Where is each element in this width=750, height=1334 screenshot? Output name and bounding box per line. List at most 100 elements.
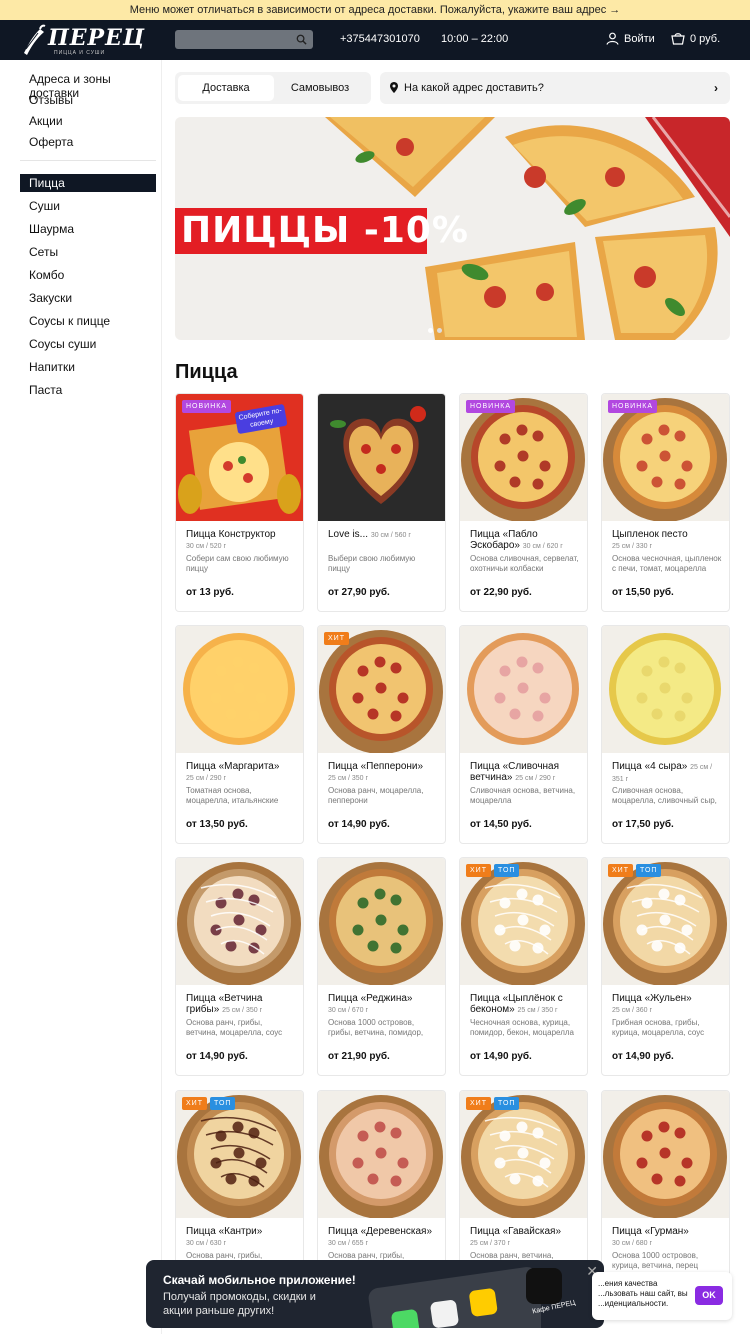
category-sushi-sauces[interactable]: Соусы суши (29, 337, 96, 351)
delivery-notice-bar[interactable]: Меню может отличаться в зависимости от а… (0, 0, 750, 20)
product-name[interactable]: Пицца «4 сыра» 25 см / 351 г (612, 761, 722, 785)
app-icon (526, 1268, 562, 1304)
sidebar-link-promotions[interactable]: Акции (29, 114, 63, 128)
product-size: 25 см / 290 г (186, 775, 227, 782)
cart-button[interactable]: 0 руб. (671, 32, 720, 45)
product-size: 30 см / 680 г (612, 1240, 653, 1247)
product-card[interactable]: Пицца «Ветчина грибы» 25 см / 350 г Основ… (175, 857, 304, 1076)
search-input[interactable] (175, 30, 313, 49)
product-image[interactable] (318, 1091, 445, 1218)
product-name[interactable]: Пицца «Маргарита» 25 см / 290 г (186, 761, 296, 784)
product-name[interactable]: Пицца «Жульен» 25 см / 360 г (612, 993, 722, 1016)
phone-link[interactable]: +375447301070 (340, 33, 420, 45)
product-card[interactable]: ХИТ Пицца «Пепперони» 25 см / 350 г Основа… (317, 625, 446, 844)
product-card[interactable]: Пицца «Реджина» 30 см / 670 г Основа 1000… (317, 857, 446, 1076)
badge-top: ТОП (209, 1097, 236, 1110)
product-card[interactable]: Пицца «4 сыра» 25 см / 351 г Сливочная ос… (601, 625, 730, 844)
product-name[interactable]: Пицца «Цыплёнок с беконом» 25 см / 350 г (470, 993, 580, 1016)
product-price: от 14,90 руб. (328, 819, 390, 830)
product-size: 30 см / 560 г (370, 532, 411, 539)
badge-new: НОВИНКА (466, 400, 516, 413)
product-name[interactable]: Цыпленок песто 25 см / 330 г (612, 529, 722, 552)
product-image[interactable] (318, 858, 445, 985)
category-combo[interactable]: Комбо (29, 268, 64, 282)
banner-text: ПИЦЦЫ -10% (181, 210, 469, 251)
tab-pickup[interactable]: Самовывоз (272, 75, 368, 101)
badge-top: ТОП (493, 864, 520, 877)
product-card[interactable]: Соберите по-своему НОВИНКА Пицца Конструкт… (175, 393, 304, 612)
basket-icon (671, 33, 685, 45)
cookie-banner: ...ения качества ...льзовать наш сайт, в… (592, 1272, 732, 1320)
product-badges: ХИТ (324, 632, 349, 645)
badge-top: ТОП (493, 1097, 520, 1110)
product-name[interactable]: Love is... 30 см / 560 г (328, 529, 438, 541)
product-name[interactable]: Пицца «Ветчина грибы» 25 см / 350 г (186, 993, 296, 1016)
product-image[interactable] (176, 626, 303, 753)
product-size: 25 см / 350 г (222, 1007, 263, 1014)
product-image[interactable] (318, 626, 445, 753)
product-image[interactable] (318, 394, 445, 521)
login-button[interactable]: Войти (606, 32, 655, 45)
product-image[interactable] (602, 1091, 729, 1218)
category-sets[interactable]: Сеты (29, 245, 58, 259)
product-image[interactable] (602, 626, 729, 753)
product-image[interactable] (602, 858, 729, 985)
sidebar-link-reviews[interactable]: Отзывы (29, 93, 73, 107)
product-card[interactable]: ХИТ ТОП Пицца «Жульен» 25 см / 360 г Грибна… (601, 857, 730, 1076)
product-size: 25 см / 370 г (470, 1240, 511, 1247)
product-image[interactable] (176, 1091, 303, 1218)
product-name[interactable]: Пицца «Пепперони» 25 см / 350 г (328, 761, 438, 784)
product-image[interactable] (460, 394, 587, 521)
category-sushi[interactable]: Суши (29, 199, 60, 213)
product-name[interactable]: Пицца «Пабло Эскобаро» 30 см / 620 г (470, 529, 580, 552)
product-description: Сливочная основа, ветчина, моцарелла (470, 786, 576, 805)
product-image[interactable] (460, 1091, 587, 1218)
product-card[interactable]: Пицца «Маргарита» 25 см / 290 г Томатная … (175, 625, 304, 844)
address-selector[interactable]: На какой адрес доставить? › (380, 72, 730, 104)
product-card[interactable]: Love is... 30 см / 560 г Выбери свою люби… (317, 393, 446, 612)
sidebar-link-offer[interactable]: Оферта (29, 135, 73, 149)
search-icon[interactable] (296, 34, 307, 45)
product-price: от 13 руб. (186, 587, 234, 598)
category-shawarma[interactable]: Шаурма (29, 222, 74, 236)
product-price: от 17,50 руб. (612, 819, 674, 830)
product-card[interactable]: НОВИНКА Пицца «Пабло Эскобаро» 30 см / 62… (459, 393, 588, 612)
category-pizza-sauces[interactable]: Соусы к пицце (29, 314, 110, 328)
product-name[interactable]: Пицца «Реджина» 30 см / 670 г (328, 993, 438, 1016)
product-card[interactable]: Пицца «Сливочная ветчина» 25 см / 290 г С… (459, 625, 588, 844)
product-description: Основа ранч, грибы, ветчина, моцарелла, … (186, 1018, 283, 1037)
product-name[interactable]: Пицца «Деревенская» 30 см / 655 г (328, 1226, 438, 1249)
carousel-dot[interactable] (437, 328, 442, 333)
category-pizza[interactable]: Пицца (29, 176, 65, 190)
cookie-ok-button[interactable]: OK (695, 1286, 723, 1305)
category-snacks[interactable]: Закуски (29, 291, 72, 305)
badge-new: НОВИНКА (182, 400, 232, 413)
product-name[interactable]: Пицца «Гурман» 30 см / 680 г (612, 1226, 722, 1249)
product-image[interactable] (176, 858, 303, 985)
carousel-dots[interactable] (428, 328, 442, 333)
product-name[interactable]: Пицца «Гавайская» 25 см / 370 г (470, 1226, 580, 1249)
product-card[interactable]: ХИТ ТОП Пицца «Цыплёнок с беконом» 25 см /… (459, 857, 588, 1076)
category-pasta[interactable]: Паста (29, 383, 62, 397)
product-name[interactable]: Пицца Конструктор 30 см / 520 г (186, 529, 296, 552)
logo[interactable]: ПЕРЕЦ ПИЦЦА И СУШИ (18, 23, 144, 57)
product-size: 25 см / 330 г (612, 543, 653, 550)
promo-banner[interactable]: ПИЦЦЫ -10% (175, 117, 730, 340)
badge-hit: ХИТ (466, 864, 491, 877)
tab-delivery[interactable]: Доставка (178, 75, 274, 101)
product-price: от 14,90 руб. (470, 1051, 532, 1062)
product-name[interactable]: Пицца «Кантри» 30 см / 630 г (186, 1226, 296, 1249)
badge-hit: ХИТ (324, 632, 349, 645)
product-image[interactable] (602, 394, 729, 521)
product-title: Love is... (328, 529, 369, 540)
product-price: от 21,90 руб. (328, 1051, 390, 1062)
product-image[interactable] (460, 626, 587, 753)
logo-subtitle: ПИЦЦА И СУШИ (54, 50, 106, 56)
product-card[interactable]: НОВИНКА Цыпленок песто 25 см / 330 г Основ… (601, 393, 730, 612)
product-name[interactable]: Пицца «Сливочная ветчина» 25 см / 290 г (470, 761, 580, 784)
product-image[interactable] (460, 858, 587, 985)
category-drinks[interactable]: Напитки (29, 360, 75, 374)
product-title: Пицца Конструктор (186, 529, 276, 540)
carousel-dot[interactable] (428, 328, 433, 333)
app-download-popup[interactable]: Скачай мобильное приложение! Получай про… (146, 1260, 604, 1328)
